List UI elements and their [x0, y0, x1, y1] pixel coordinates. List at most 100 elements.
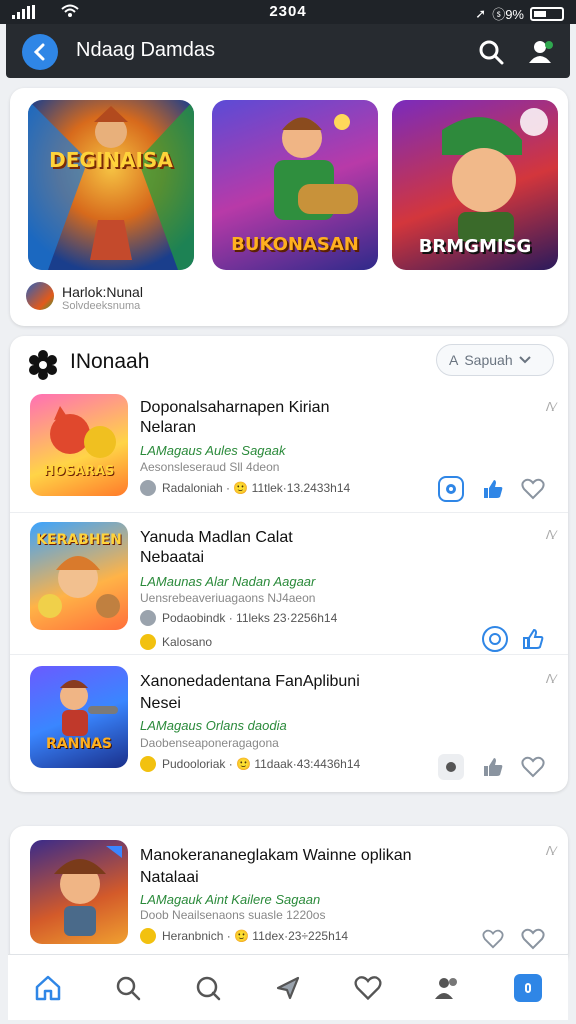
author-name[interactable]: Harlok:Nunal — [62, 284, 143, 300]
thumbs-up-button[interactable] — [480, 754, 506, 780]
like-button[interactable] — [520, 754, 546, 780]
user-add-icon — [529, 41, 553, 63]
record-button[interactable] — [438, 476, 464, 502]
home-icon — [35, 975, 61, 1000]
record-button[interactable] — [482, 626, 508, 652]
list-item-title: Doponalsaharnapen Kirian — [140, 399, 330, 416]
list-item-thumbnail[interactable]: KERABHEN — [30, 522, 128, 630]
record-icon — [446, 762, 456, 772]
more-icon[interactable]: ᐱ⁄ — [546, 528, 556, 542]
chat-icon — [196, 976, 221, 1000]
record-icon — [446, 484, 456, 494]
heart-icon — [482, 929, 504, 949]
list-item-title: Yanuda Madlan Calat — [140, 529, 293, 546]
featured-game-2-title: BUKONASAN — [231, 234, 359, 255]
like-button[interactable] — [520, 476, 546, 502]
heart-icon — [521, 478, 545, 500]
nav-search[interactable] — [108, 968, 148, 1008]
list-item-description: Doob Neailsenaons suasle 1220os — [140, 908, 326, 922]
search-icon — [116, 976, 141, 1000]
list-item-meta: Radaloniah · 🙂 11tlek·13.2433h14 — [140, 480, 350, 496]
people-icon — [435, 977, 457, 999]
status-right: ➚ ⓢ9% — [475, 4, 564, 23]
game-art-adventurer-icon — [60, 680, 118, 736]
thumbs-up-icon — [484, 480, 503, 498]
list-item-meta: Pudooloriak · 🙂 11daak·43:4436h14 — [140, 756, 360, 772]
like-button-2[interactable] — [520, 926, 546, 952]
list-item[interactable]: KERABHEN Yanuda Madlan Calat Nebaatai LA… — [10, 514, 568, 654]
battery-icon — [530, 6, 564, 21]
thumbs-up-button[interactable] — [520, 626, 546, 652]
sort-dropdown[interactable]: A Sapuah — [436, 344, 554, 376]
status-bar: 2304 ➚ ⓢ9% — [0, 0, 576, 24]
thumbs-up-button[interactable] — [480, 476, 506, 502]
bottom-nav — [8, 954, 568, 1020]
list-item-title-2: Nesei — [140, 695, 181, 712]
nav-people[interactable] — [428, 968, 468, 1008]
featured-game-2[interactable]: BUKONASAN — [212, 100, 378, 270]
author-meta: Solvdeeksnuma — [62, 300, 141, 312]
chevron-left-icon — [33, 43, 45, 61]
list-item-meta-text: Radaloniah · 🙂 11tlek·13.2433h14 — [162, 481, 351, 495]
list-item[interactable]: RANNAS Xanonedadentana FanAplibuni Nesei… — [10, 656, 568, 786]
list-item-card[interactable]: Manokerananeglakam Wainne oplikan Natala… — [10, 826, 568, 966]
game-art-explorer-icon — [54, 846, 122, 936]
search-button[interactable] — [476, 37, 506, 67]
nav-app[interactable] — [508, 968, 548, 1008]
chevron-down-icon — [518, 356, 531, 364]
sort-label: Sapuah — [464, 352, 513, 368]
game-list-panel: INonaah A Sapuah HOSARAS Doponalsaharnap… — [10, 336, 568, 792]
author-avatar[interactable] — [26, 282, 54, 310]
badge-icon — [140, 756, 156, 772]
more-icon[interactable]: ᐱ⁄ — [546, 672, 556, 686]
sort-icon: A — [449, 352, 459, 368]
record-icon — [489, 633, 501, 645]
gear-icon — [29, 350, 57, 380]
game-art-warrior-icon — [28, 100, 194, 270]
list-item-subtitle: LAMaunas Alar Nadan Aagaar — [140, 574, 316, 589]
list-item-thumb-title: HOSARAS — [43, 464, 115, 479]
profile-button[interactable] — [526, 37, 556, 67]
like-button[interactable] — [480, 926, 506, 952]
nav-chat[interactable] — [188, 968, 228, 1008]
list-item-subtitle: LAMagaus Aules Sagaak — [140, 443, 286, 458]
featured-card: DEGINAISA BUKONASAN BRMGMISG Harlok:Nuna… — [10, 88, 568, 326]
back-button[interactable] — [22, 34, 58, 70]
list-item-subtitle: LAMagauk Aint Kailere Sagaan — [140, 892, 321, 907]
thumbs-up-icon — [484, 758, 503, 776]
featured-game-1-title: DEGINAISA — [49, 148, 173, 172]
featured-game-3-title: BRMGMISG — [418, 236, 532, 257]
app-icon — [514, 973, 542, 1002]
list-item-subtitle: LAMagaus Orlans daodia — [140, 718, 287, 733]
clock-icon — [140, 610, 156, 626]
list-item-meta-text: Podaobindk · 11leks 23·2256h14 — [162, 611, 338, 625]
list-item-title: Xanonedadentana FanAplibuni — [140, 673, 360, 690]
heart-icon — [354, 975, 382, 1000]
featured-game-3[interactable]: BRMGMISG — [392, 100, 558, 270]
list-item-meta-text: Pudooloriak · 🙂 11daak·43:4436h14 — [162, 757, 361, 771]
more-icon[interactable]: ᐱ⁄ — [546, 844, 556, 858]
list-item-description: Uensrebeaveriuagaons NJ4aeon — [140, 591, 316, 605]
featured-game-1[interactable]: DEGINAISA — [28, 100, 194, 270]
section-title: INonaah — [70, 350, 150, 373]
nav-favorites[interactable] — [348, 968, 388, 1008]
list-item-thumbnail[interactable] — [30, 840, 128, 944]
badge-icon — [140, 928, 156, 944]
list-item-thumbnail[interactable]: HOSARAS — [30, 394, 128, 496]
game-art-cat-icon — [50, 406, 116, 458]
list-item[interactable]: HOSARAS Doponalsaharnapen Kirian Nelaran… — [10, 388, 568, 512]
nav-send[interactable] — [268, 968, 308, 1008]
record-button[interactable] — [438, 754, 464, 780]
badge-icon — [140, 634, 156, 650]
list-item-thumbnail[interactable]: RANNAS — [30, 666, 128, 768]
send-icon — [276, 976, 300, 999]
list-item-thumb-title: KERABHEN — [36, 532, 122, 548]
divider — [10, 654, 568, 655]
app-bar: Ndaag Damdas — [6, 24, 570, 78]
list-item-meta: Heranbnich · 🙂 11dex·23÷225h14 — [140, 928, 348, 944]
search-icon — [479, 40, 504, 65]
list-item-title: Manokerananeglakam Wainne oplikan — [140, 847, 412, 864]
more-icon[interactable]: ᐱ⁄ — [546, 400, 556, 414]
list-item-meta2-text: Kalosano — [162, 635, 213, 649]
nav-home[interactable] — [28, 968, 68, 1008]
